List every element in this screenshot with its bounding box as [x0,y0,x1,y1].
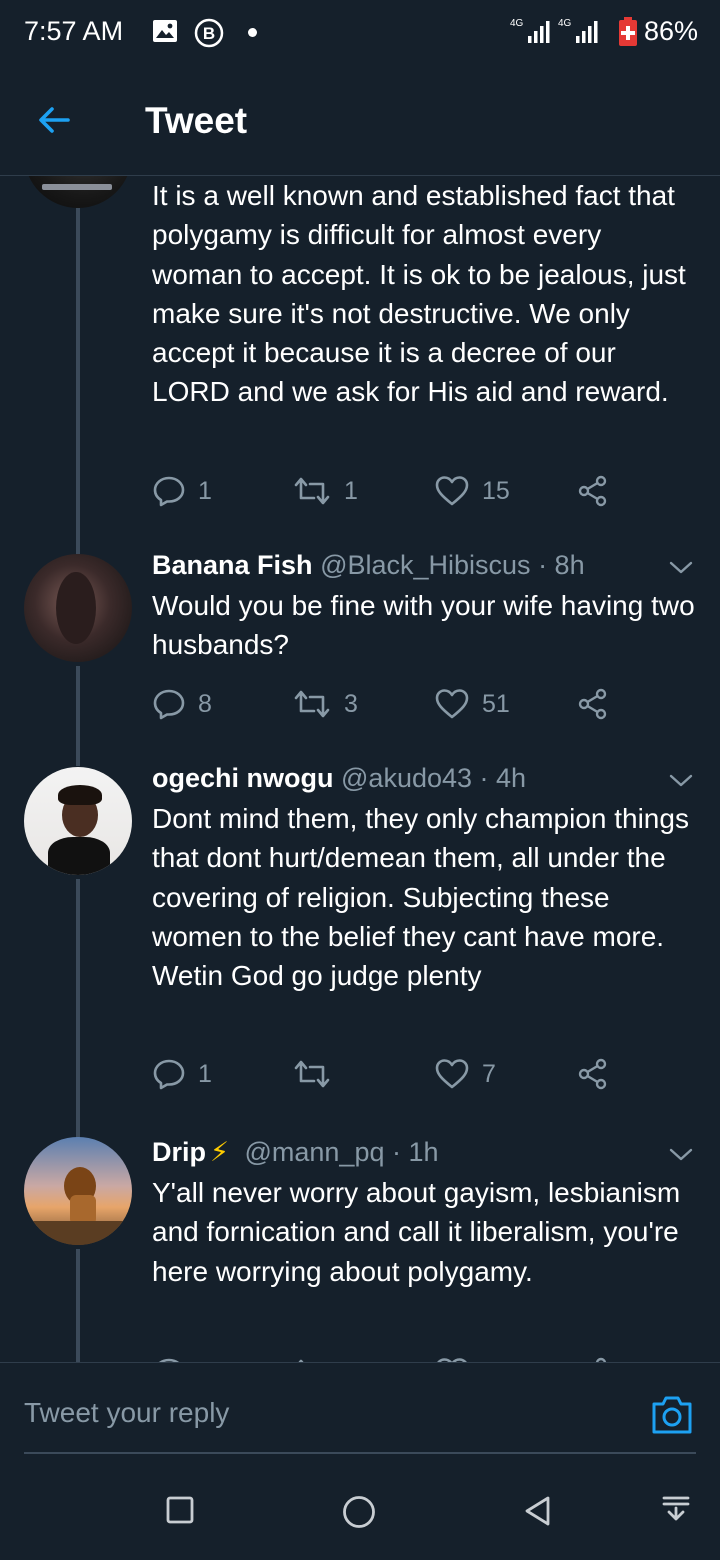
heart-icon [435,689,469,719]
battery-icon [619,17,637,46]
b-notification-icon: B [194,18,224,48]
retweet-count: 1 [344,476,358,505]
author-name[interactable]: Drip [152,1137,206,1167]
signal-icon: 4G 4G [510,18,598,43]
reply-button[interactable]: 8 [152,684,212,724]
retweet-count: 3 [344,689,358,718]
retweet-icon [294,1060,330,1088]
reply-count: 1 [198,1059,212,1088]
tweet-actions [152,1353,622,1362]
share-icon [578,475,607,507]
app-header: Tweet [0,64,720,176]
author-handle[interactable]: @mann_pq [244,1137,384,1167]
tweet-time: · 1h [392,1137,439,1167]
like-button[interactable]: 7 [434,1054,496,1094]
page-title: Tweet [145,100,248,141]
author-handle[interactable]: @akudo43 [341,763,472,793]
tweet-header: ogechi nwogu @akudo43 · 4h [152,763,526,794]
notification-pull-icon[interactable] [660,1494,692,1528]
heart-icon [435,476,469,506]
arrow-left-icon[interactable] [36,102,72,138]
chevron-down-icon[interactable] [668,554,694,580]
network-label-2: 4G [558,18,572,29]
retweet-button[interactable] [292,1054,344,1094]
reply-icon [153,689,185,720]
reply-button[interactable]: 1 [152,471,212,511]
tweet-actions: 1 7 [152,1054,622,1094]
status-time: 7:57 AM [24,16,124,46]
reply-count: 8 [198,689,212,718]
share-button[interactable] [576,471,610,511]
reply-input[interactable]: Tweet your reply [24,1397,229,1429]
chevron-down-icon[interactable] [668,767,694,793]
tweet-actions: 1 1 15 [152,471,622,511]
like-button[interactable]: 51 [434,684,510,724]
thread-line [76,1249,80,1362]
network-label: 4G [510,18,524,29]
reply-input-underline [24,1452,696,1454]
reply-count: 1 [198,476,212,505]
thread-line [76,208,80,554]
avatar[interactable] [24,176,132,208]
retweet-icon [294,690,330,718]
chevron-down-icon[interactable] [668,1141,694,1167]
tweet-thread: It is a well known and established fact … [0,176,720,1362]
svg-text:B: B [203,24,215,43]
recents-square-icon[interactable] [164,1494,196,1526]
lightning-emoji: ⚡ [210,1137,229,1167]
author-name[interactable]: ogechi nwogu [152,763,334,793]
reply-icon [153,476,185,507]
like-count: 51 [482,689,510,718]
status-bar: 7:57 AM B 4G 4G 86% [0,0,720,64]
camera-icon[interactable] [650,1394,694,1436]
system-nav-bar [0,1468,720,1560]
retweet-icon [294,477,330,505]
tweet-actions: 8 3 51 [152,684,622,724]
share-icon [578,1058,607,1090]
tweet-time: · 4h [479,763,527,793]
gallery-notification-icon [153,20,177,42]
reply-icon [153,1059,185,1090]
author-name[interactable]: Banana Fish [152,550,313,580]
share-icon [578,688,607,720]
share-button[interactable] [576,684,610,724]
heart-icon [435,1059,469,1089]
tweet-text: It is a well known and established fact … [152,180,686,408]
like-button[interactable]: 15 [434,471,510,511]
tweet-header: Banana Fish @Black_Hibiscus · 8h [152,550,585,581]
avatar[interactable] [24,767,132,875]
share-button[interactable] [576,1054,610,1094]
tweet-time: · 8h [538,550,585,580]
notification-dot [248,28,257,37]
battery-level: 86% [644,16,699,46]
thread-line [76,666,80,766]
back-triangle-icon[interactable] [521,1494,555,1528]
reply-button[interactable]: 1 [152,1054,212,1094]
reply-button[interactable] [152,1353,186,1362]
thread-line [76,879,80,1139]
retweet-button[interactable]: 3 [292,684,358,724]
author-handle[interactable]: @Black_Hibiscus [320,550,530,580]
like-count: 7 [482,1059,496,1088]
tweet-text: Would you be fine with your wife having … [152,590,695,661]
avatar[interactable] [24,554,132,662]
home-circle-icon[interactable] [341,1494,377,1530]
like-button[interactable] [434,1353,470,1362]
tweet-text: Dont mind them, they only champion thing… [152,803,689,992]
tweet-header: Drip ⚡ @mann_pq · 1h [152,1137,439,1168]
tweet-text: Y'all never worry about gayism, lesbiani… [152,1177,681,1287]
avatar[interactable] [24,1137,132,1245]
retweet-button[interactable] [292,1353,332,1362]
retweet-button[interactable]: 1 [292,471,358,511]
like-count: 15 [482,476,510,505]
share-button[interactable] [576,1353,610,1362]
reply-composer: Tweet your reply [0,1362,720,1468]
